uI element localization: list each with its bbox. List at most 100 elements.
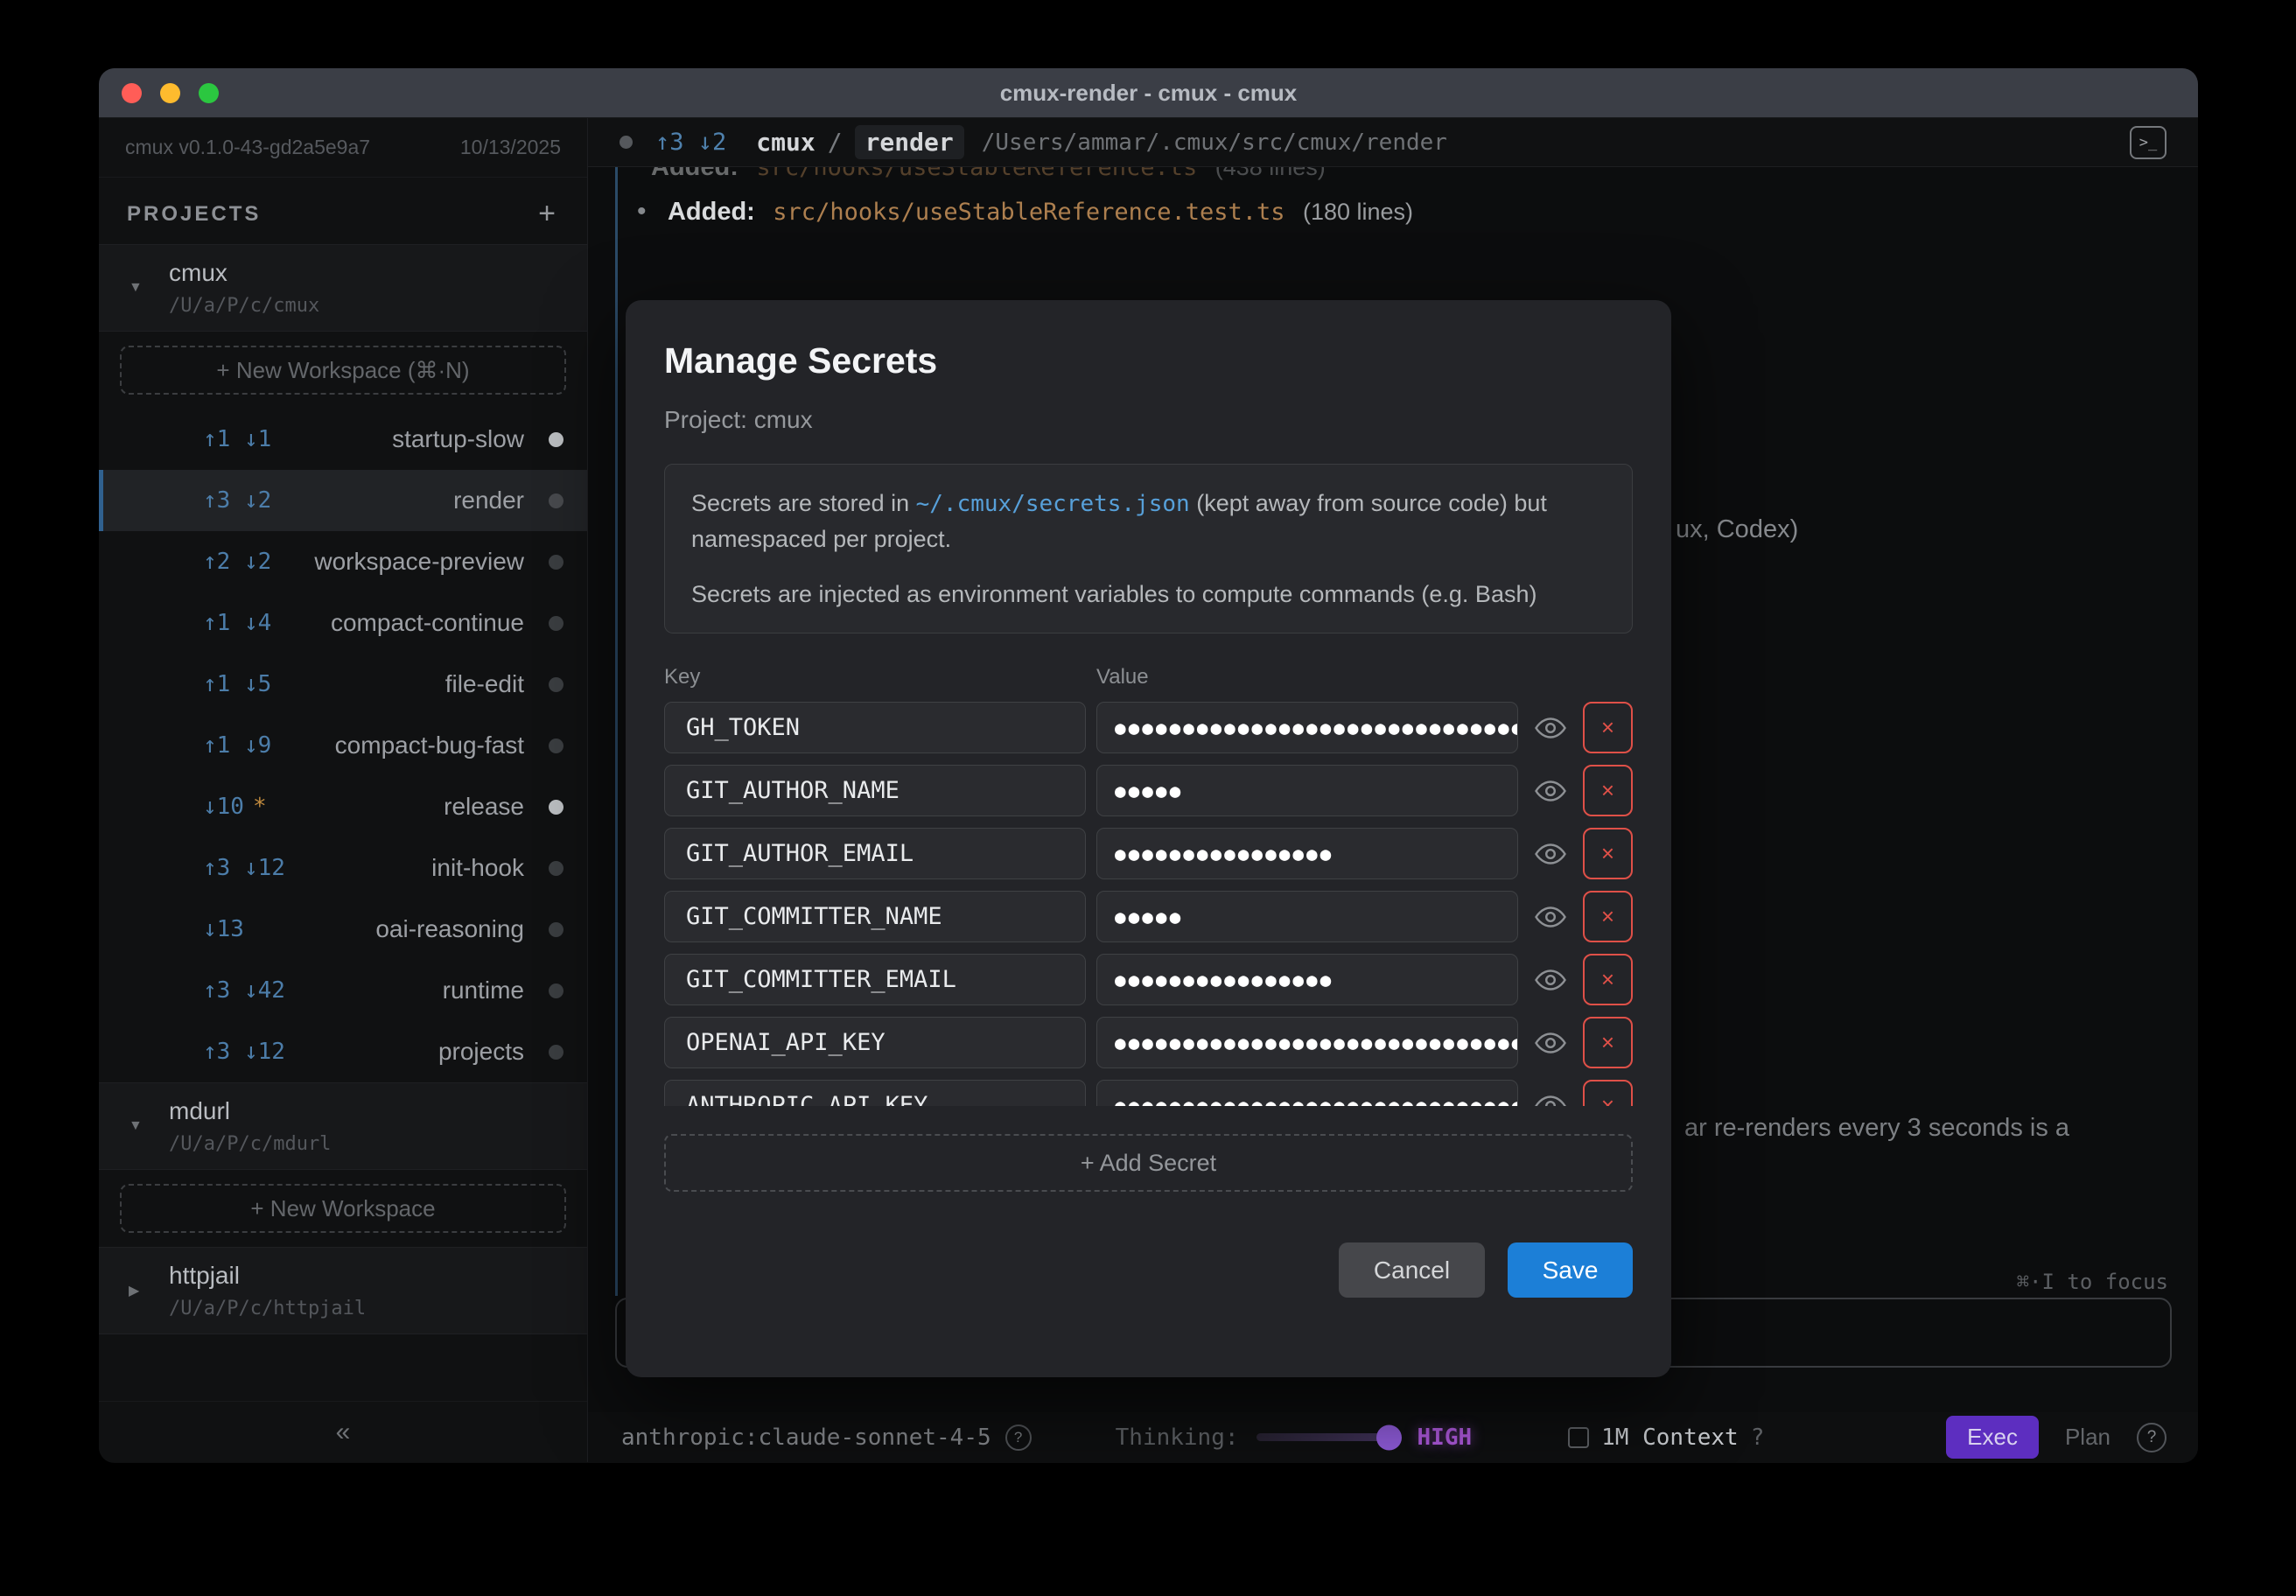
context-1m-checkbox[interactable] — [1568, 1427, 1589, 1448]
delete-secret-button[interactable]: × — [1583, 765, 1633, 816]
collapse-sidebar-button[interactable]: « — [99, 1401, 587, 1462]
file-path-link[interactable]: src/hooks/useStableReference.test.ts — [773, 199, 1284, 226]
model-selector[interactable]: anthropic:claude-sonnet-4-5 — [621, 1424, 991, 1451]
delete-secret-button[interactable]: × — [1583, 702, 1633, 753]
secret-value-input[interactable]: ●●●●●●●●●●●●●●●● — [1096, 828, 1518, 879]
chevron-down-icon[interactable]: ▼ — [129, 280, 146, 296]
secret-value-input[interactable]: ●●●●● — [1096, 765, 1518, 816]
chevron-right-icon[interactable]: ▶ — [129, 1282, 146, 1299]
exec-mode-button[interactable]: Exec — [1946, 1416, 2039, 1459]
status-dot — [549, 1045, 564, 1060]
secrets-table-header: Key Value — [664, 665, 1633, 690]
model-help-icon[interactable]: ? — [1005, 1424, 1032, 1451]
workspace-item-init-hook[interactable]: ↑3 ↓12 init-hook — [99, 837, 587, 899]
thinking-level: HIGH — [1418, 1424, 1473, 1451]
new-workspace-button[interactable]: + New Workspace — [120, 1184, 566, 1233]
new-workspace-button[interactable]: + New Workspace (⌘·N) — [120, 346, 566, 395]
zoom-window-button[interactable] — [199, 83, 219, 103]
save-button[interactable]: Save — [1508, 1242, 1633, 1298]
status-dot — [549, 494, 564, 508]
project-path: /U/a/P/c/cmux — [169, 295, 319, 317]
close-window-button[interactable] — [122, 83, 142, 103]
message-accent-line — [615, 167, 618, 1296]
plan-mode-button[interactable]: Plan — [2065, 1424, 2110, 1451]
project-name: cmux — [169, 259, 319, 287]
secret-value-input[interactable]: ●●●●●●●●●●●●●●●●●●●●●●●●●●●●●● — [1096, 1017, 1518, 1068]
git-stats: ↑3 ↓2 — [655, 129, 726, 156]
workspace-item-file-edit[interactable]: ↑1 ↓5 file-edit — [99, 654, 587, 715]
secret-row: ANTHROPIC_API_KEY ●●●●●●●●●●●●●●●●●●●●●●… — [664, 1080, 1633, 1106]
project-item-cmux[interactable]: ▼ cmux /U/a/P/c/cmux — [99, 244, 587, 332]
secret-key-input[interactable]: OPENAI_API_KEY — [664, 1017, 1086, 1068]
git-stats: ↑2 ↓2 — [203, 549, 271, 575]
reveal-eye-icon[interactable] — [1535, 712, 1566, 744]
secret-key-input[interactable]: ANTHROPIC_API_KEY — [664, 1080, 1086, 1106]
secret-key-input[interactable]: GIT_AUTHOR_EMAIL — [664, 828, 1086, 879]
status-dot — [620, 136, 633, 149]
app-window: cmux-render - cmux - cmux cmux v0.1.0-43… — [99, 68, 2198, 1463]
minimize-window-button[interactable] — [160, 83, 180, 103]
secret-key-input[interactable]: GIT_COMMITTER_EMAIL — [664, 954, 1086, 1005]
breadcrumb-separator: / — [828, 128, 843, 157]
secret-key-input[interactable]: GH_TOKEN — [664, 702, 1086, 753]
reveal-eye-icon[interactable] — [1535, 838, 1566, 870]
workspace-item-release[interactable]: ↓10 * release — [99, 776, 587, 837]
project-name: mdurl — [169, 1097, 331, 1125]
secret-key-input[interactable]: GIT_AUTHOR_NAME — [664, 765, 1086, 816]
reveal-eye-icon[interactable] — [1535, 775, 1566, 807]
add-secret-button[interactable]: + Add Secret — [664, 1134, 1633, 1192]
workspace-item-workspace-preview[interactable]: ↑2 ↓2 workspace-preview — [99, 531, 587, 592]
workspace-item-projects[interactable]: ↑3 ↓12 projects — [99, 1021, 587, 1082]
reveal-eye-icon[interactable] — [1535, 964, 1566, 996]
reveal-eye-icon[interactable] — [1535, 901, 1566, 933]
reveal-eye-icon[interactable] — [1535, 1090, 1566, 1107]
secret-value-input[interactable]: ●●●●●●●●●●●●●●●●●●●●●●●●●●●●●● — [1096, 702, 1518, 753]
secret-value-input[interactable]: ●●●●●●●●●●●●●●●● — [1096, 954, 1518, 1005]
workspace-item-render[interactable]: ↑3 ↓2 render — [99, 470, 587, 531]
context-help-icon[interactable]: ? — [1751, 1424, 1765, 1451]
project-item-httpjail[interactable]: ▶ httpjail /U/a/P/c/httpjail — [99, 1247, 587, 1334]
chevron-down-icon[interactable]: ▼ — [129, 1118, 146, 1134]
projects-header: PROJECTS — [127, 202, 261, 227]
project-item-mdurl[interactable]: ▼ mdurl /U/a/P/c/mdurl — [99, 1082, 587, 1170]
help-icon[interactable]: ? — [2137, 1423, 2166, 1452]
breadcrumb-project[interactable]: cmux — [756, 128, 815, 157]
status-dot — [549, 738, 564, 753]
modal-project-line: Project: cmux — [664, 406, 1633, 434]
delete-secret-button[interactable]: × — [1583, 1080, 1633, 1106]
workspace-item-oai-reasoning[interactable]: ↓13 oai-reasoning — [99, 899, 587, 960]
status-dot — [549, 922, 564, 937]
terminal-icon[interactable]: >_ — [2130, 126, 2166, 159]
build-date: 10/13/2025 — [460, 136, 561, 159]
workspace-item-startup-slow[interactable]: ↑1 ↓1 startup-slow — [99, 409, 587, 470]
delete-secret-button[interactable]: × — [1583, 891, 1633, 942]
secret-value-input[interactable]: ●●●●●●●●●●●●●●●●●●●●●●●●●●●●●● — [1096, 1080, 1518, 1106]
workspace-item-compact-bug-fast[interactable]: ↑1 ↓9 compact-bug-fast — [99, 715, 587, 776]
git-stats: ↑1 ↓4 — [203, 610, 271, 636]
secret-key-input[interactable]: GIT_COMMITTER_NAME — [664, 891, 1086, 942]
slider-thumb[interactable] — [1376, 1424, 1402, 1450]
delete-secret-button[interactable]: × — [1583, 828, 1633, 879]
git-stats: ↑1 ↓9 — [203, 732, 271, 759]
secret-value-input[interactable]: ●●●●● — [1096, 891, 1518, 942]
breadcrumb-workspace[interactable]: render — [855, 125, 964, 159]
workspace-item-compact-continue[interactable]: ↑1 ↓4 compact-continue — [99, 592, 587, 654]
reveal-eye-icon[interactable] — [1535, 1027, 1566, 1059]
git-stats: ↓13 — [203, 916, 244, 942]
git-stats: ↑3 ↓12 — [203, 1039, 285, 1065]
value-column-header: Value — [1096, 665, 1149, 690]
delete-secret-button[interactable]: × — [1583, 1017, 1633, 1068]
cancel-button[interactable]: Cancel — [1339, 1242, 1485, 1298]
delete-secret-button[interactable]: × — [1583, 954, 1633, 1005]
status-dot — [549, 677, 564, 692]
titlebar[interactable]: cmux-render - cmux - cmux — [99, 68, 2198, 118]
project-name: httpjail — [169, 1262, 366, 1290]
secrets-list: GH_TOKEN ●●●●●●●●●●●●●●●●●●●●●●●●●●●●●● … — [664, 702, 1633, 1106]
sidebar: cmux v0.1.0-43-gd2a5e9a7 10/13/2025 PROJ… — [99, 118, 588, 1462]
thinking-slider[interactable] — [1256, 1433, 1398, 1441]
add-project-button[interactable]: + — [538, 202, 556, 226]
secrets-json-path: ~/.cmux/secrets.json — [916, 491, 1190, 517]
git-stats: ↑3 ↓12 — [203, 855, 285, 881]
workspace-item-runtime[interactable]: ↑3 ↓42 runtime — [99, 960, 587, 1021]
context-label: 1M Context — [1601, 1424, 1739, 1451]
